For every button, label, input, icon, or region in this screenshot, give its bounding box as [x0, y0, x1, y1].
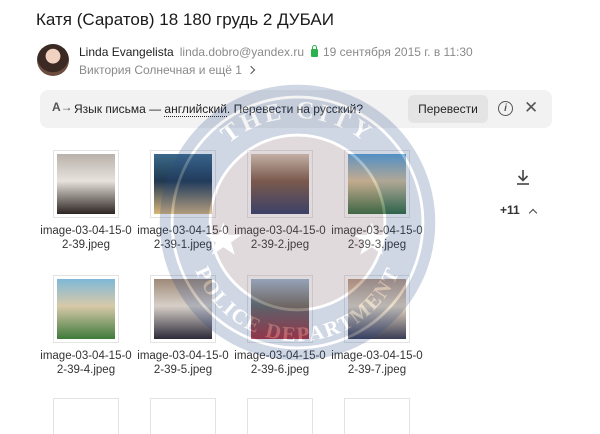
sender-name[interactable]: Linda Evangelista	[79, 45, 174, 59]
attachment-photo	[251, 154, 309, 214]
download-icon[interactable]	[514, 168, 532, 186]
attachment-item-partial[interactable]	[234, 398, 326, 434]
attachment-filename: image-03-04-15-02-39.jpeg	[40, 225, 132, 251]
sent-date: 19 сентября 2015 г. в 11:30	[323, 45, 473, 59]
attachment-item[interactable]: image-03-04-15-02-39.jpeg	[40, 150, 132, 252]
attachment-thumbnail[interactable]	[150, 150, 216, 218]
chevron-up-icon	[528, 208, 538, 218]
lock-icon	[311, 45, 318, 57]
attachment-item-partial[interactable]	[331, 398, 423, 434]
attachment-item[interactable]: image-03-04-15-02-39-2.jpeg	[234, 150, 326, 252]
translate-bar: A→ Язык письма — английский. Перевести н…	[40, 90, 552, 128]
attachment-photo	[57, 279, 115, 339]
attachment-filename: image-03-04-15-02-39-1.jpeg	[137, 225, 229, 251]
info-icon[interactable]: i	[498, 101, 513, 116]
attachment-item[interactable]: image-03-04-15-02-39-6.jpeg	[234, 275, 326, 377]
close-icon[interactable]: ✕	[524, 99, 538, 116]
attachment-filename: image-03-04-15-02-39-3.jpeg	[331, 225, 423, 251]
language-link[interactable]: английский	[164, 102, 227, 117]
attachment-item[interactable]: image-03-04-15-02-39-4.jpeg	[40, 275, 132, 377]
translate-prefix: Язык письма —	[74, 102, 165, 116]
attachment-photo	[154, 279, 212, 339]
attachment-thumbnail[interactable]	[150, 275, 216, 343]
recipients-text: Виктория Солнечная и ещё 1	[79, 63, 242, 77]
attachment-filename: image-03-04-15-02-39-5.jpeg	[137, 350, 229, 376]
attachment-item[interactable]: image-03-04-15-02-39-3.jpeg	[331, 150, 423, 252]
more-attachments-count: +11	[500, 203, 520, 217]
attachment-thumbnail[interactable]	[53, 275, 119, 343]
email-subject: Катя (Саратов) 18 180 грудь 2 ДУБАИ	[36, 10, 334, 29]
attachment-thumbnail[interactable]	[344, 398, 410, 434]
attachment-item[interactable]: image-03-04-15-02-39-1.jpeg	[137, 150, 229, 252]
translate-suffix: . Перевести на русский?	[226, 102, 364, 116]
translate-button[interactable]: Перевести	[408, 95, 488, 123]
attachment-thumbnail[interactable]	[344, 275, 410, 343]
attachment-thumbnail[interactable]	[53, 398, 119, 434]
attachment-item-partial[interactable]	[137, 398, 229, 434]
attachment-item[interactable]: image-03-04-15-02-39-5.jpeg	[137, 275, 229, 377]
attachment-filename: image-03-04-15-02-39-7.jpeg	[331, 350, 423, 376]
attachment-filename: image-03-04-15-02-39-4.jpeg	[40, 350, 132, 376]
attachment-item[interactable]: image-03-04-15-02-39-7.jpeg	[331, 275, 423, 377]
attachment-photo	[348, 154, 406, 214]
attachment-photo	[251, 279, 309, 339]
attachment-filename: image-03-04-15-02-39-6.jpeg	[234, 350, 326, 376]
attachment-thumbnail[interactable]	[247, 275, 313, 343]
attachment-item-partial[interactable]	[40, 398, 132, 434]
attachment-thumbnail[interactable]	[344, 150, 410, 218]
sender-line: Linda Evangelista linda.dobro@yandex.ru …	[79, 45, 473, 59]
attachment-thumbnail[interactable]	[150, 398, 216, 434]
recipients-toggle[interactable]: Виктория Солнечная и ещё 1	[79, 63, 256, 77]
attachment-thumbnail[interactable]	[247, 398, 313, 434]
avatar[interactable]	[37, 44, 69, 76]
attachment-photo	[57, 154, 115, 214]
chevron-right-icon	[246, 65, 256, 75]
more-attachments-toggle[interactable]: +11	[500, 203, 538, 218]
translate-text: Язык письма — английский. Перевести на р…	[74, 102, 364, 117]
sender-email[interactable]: linda.dobro@yandex.ru	[180, 45, 304, 59]
attachment-photo	[348, 279, 406, 339]
attachment-photo	[154, 154, 212, 214]
translate-icon: A→	[52, 100, 73, 114]
attachment-filename: image-03-04-15-02-39-2.jpeg	[234, 225, 326, 251]
attachment-thumbnail[interactable]	[53, 150, 119, 218]
attachment-thumbnail[interactable]	[247, 150, 313, 218]
